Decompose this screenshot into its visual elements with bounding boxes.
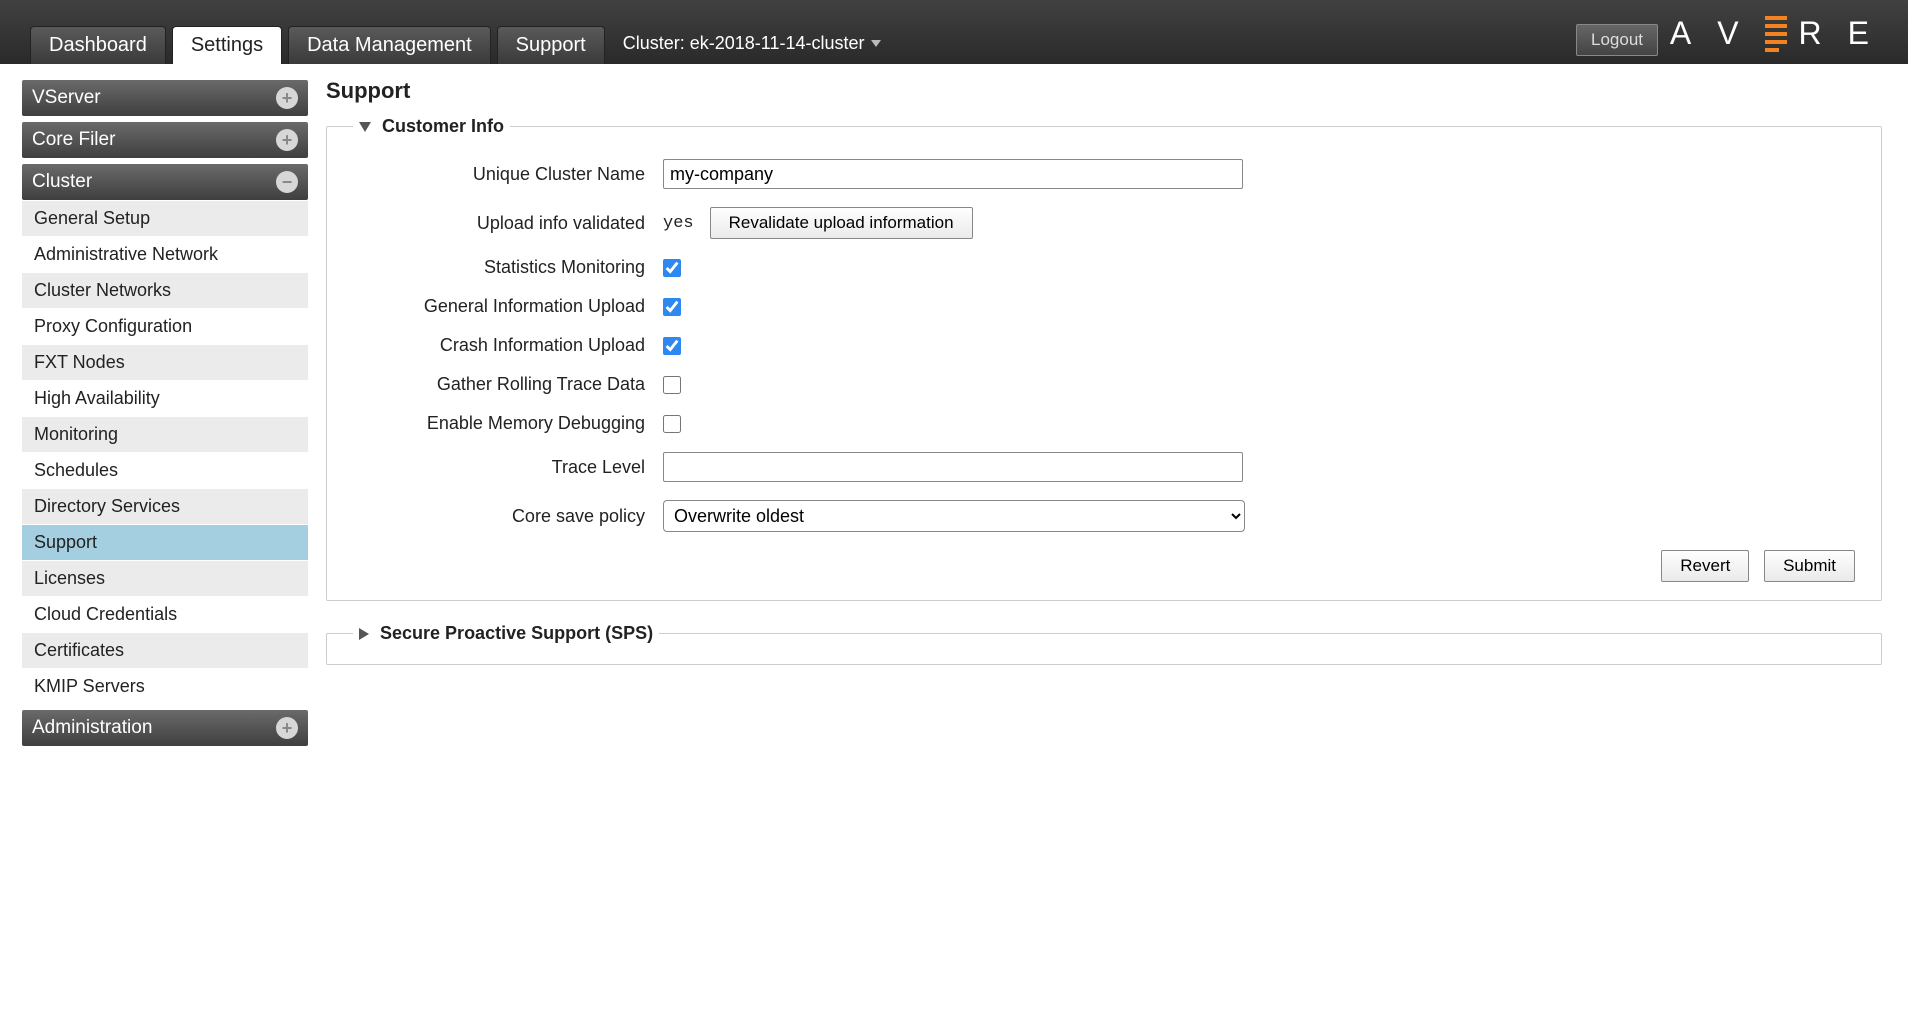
input-unique-cluster-name[interactable] xyxy=(663,159,1243,189)
checkbox-enable-memory-debugging[interactable] xyxy=(663,415,681,433)
sidebar-section-label: Core Filer xyxy=(32,129,115,151)
row-general-information-upload: General Information Upload xyxy=(353,296,1855,317)
sidebar-item-proxy-configuration[interactable]: Proxy Configuration xyxy=(22,308,308,344)
panel-title: Secure Proactive Support (SPS) xyxy=(380,623,653,643)
row-gather-rolling-trace-data: Gather Rolling Trace Data xyxy=(353,374,1855,395)
checkbox-general-information-upload[interactable] xyxy=(663,298,681,316)
revalidate-button[interactable]: Revalidate upload information xyxy=(710,207,973,239)
label-statistics-monitoring: Statistics Monitoring xyxy=(353,257,663,278)
panel-customer-info-toggle[interactable]: Customer Info xyxy=(353,116,510,137)
checkbox-statistics-monitoring[interactable] xyxy=(663,259,681,277)
page-body: VServer + Core Filer + Cluster − General… xyxy=(0,64,1908,746)
page-title: Support xyxy=(326,78,1882,104)
logout-button[interactable]: Logout xyxy=(1576,24,1658,56)
label-trace-level: Trace Level xyxy=(353,457,663,478)
main-content: Support Customer Info Unique Cluster Nam… xyxy=(308,64,1908,746)
panel-sps-toggle[interactable]: Secure Proactive Support (SPS) xyxy=(353,623,659,644)
panel-customer-info: Customer Info Unique Cluster Name Upload… xyxy=(326,116,1882,601)
brand-logo: A V R E xyxy=(1670,16,1883,50)
row-unique-cluster-name: Unique Cluster Name xyxy=(353,159,1855,189)
plus-icon: + xyxy=(276,129,298,151)
minus-icon: − xyxy=(276,171,298,193)
label-unique-cluster-name: Unique Cluster Name xyxy=(353,164,663,185)
sidebar-item-administrative-network[interactable]: Administrative Network xyxy=(22,236,308,272)
revert-button[interactable]: Revert xyxy=(1661,550,1749,582)
sidebar-section-label: Cluster xyxy=(32,171,92,193)
tab-support[interactable]: Support xyxy=(497,26,605,64)
tab-dashboard[interactable]: Dashboard xyxy=(30,26,166,64)
label-core-save-policy: Core save policy xyxy=(353,506,663,527)
sidebar-item-cloud-credentials[interactable]: Cloud Credentials xyxy=(22,596,308,632)
chevron-right-icon xyxy=(359,628,369,640)
row-upload-info-validated: Upload info validated yes Revalidate upl… xyxy=(353,207,1855,239)
sidebar-item-licenses[interactable]: Licenses xyxy=(22,560,308,596)
logo-letter: R xyxy=(1799,17,1836,49)
value-upload-info-validated: yes xyxy=(663,214,694,233)
row-enable-memory-debugging: Enable Memory Debugging xyxy=(353,413,1855,434)
logo-letter: V xyxy=(1717,17,1752,49)
sidebar-section-label: VServer xyxy=(32,87,101,109)
row-core-save-policy: Core save policy Overwrite oldest xyxy=(353,500,1855,532)
logo-e-icon xyxy=(1765,16,1787,50)
sidebar-section-administration[interactable]: Administration + xyxy=(22,710,308,746)
select-core-save-policy[interactable]: Overwrite oldest xyxy=(663,500,1245,532)
top-bar: Dashboard Settings Data Management Suppo… xyxy=(0,0,1908,64)
plus-icon: + xyxy=(276,87,298,109)
label-enable-memory-debugging: Enable Memory Debugging xyxy=(353,413,663,434)
label-gather-rolling-trace-data: Gather Rolling Trace Data xyxy=(353,374,663,395)
label-crash-information-upload: Crash Information Upload xyxy=(353,335,663,356)
label-upload-info-validated: Upload info validated xyxy=(353,213,663,234)
sidebar-cluster-items: General Setup Administrative Network Clu… xyxy=(22,200,308,704)
panel-title: Customer Info xyxy=(382,116,504,136)
sidebar-item-schedules[interactable]: Schedules xyxy=(22,452,308,488)
row-statistics-monitoring: Statistics Monitoring xyxy=(353,257,1855,278)
sidebar-item-directory-services[interactable]: Directory Services xyxy=(22,488,308,524)
plus-icon: + xyxy=(276,717,298,739)
logo-letter: A xyxy=(1670,17,1705,49)
main-tabs: Dashboard Settings Data Management Suppo… xyxy=(30,26,605,64)
sidebar-item-support[interactable]: Support xyxy=(22,524,308,560)
sidebar-section-vserver[interactable]: VServer + xyxy=(22,80,308,116)
logo-letter: E xyxy=(1848,17,1883,49)
label-general-information-upload: General Information Upload xyxy=(353,296,663,317)
sidebar-section-core-filer[interactable]: Core Filer + xyxy=(22,122,308,158)
sidebar-item-monitoring[interactable]: Monitoring xyxy=(22,416,308,452)
sidebar-section-cluster[interactable]: Cluster − xyxy=(22,164,308,200)
cluster-selector[interactable]: Cluster: ek-2018-11-14-cluster xyxy=(623,33,887,64)
tab-settings[interactable]: Settings xyxy=(172,26,282,64)
chevron-down-icon xyxy=(871,40,881,47)
tab-data-management[interactable]: Data Management xyxy=(288,26,491,64)
sidebar-item-fxt-nodes[interactable]: FXT Nodes xyxy=(22,344,308,380)
row-crash-information-upload: Crash Information Upload xyxy=(353,335,1855,356)
sidebar-item-high-availability[interactable]: High Availability xyxy=(22,380,308,416)
sidebar: VServer + Core Filer + Cluster − General… xyxy=(0,64,308,746)
sidebar-item-certificates[interactable]: Certificates xyxy=(22,632,308,668)
cluster-label-text: Cluster: ek-2018-11-14-cluster xyxy=(623,33,865,54)
sidebar-item-kmip-servers[interactable]: KMIP Servers xyxy=(22,668,308,704)
checkbox-crash-information-upload[interactable] xyxy=(663,337,681,355)
checkbox-gather-rolling-trace-data[interactable] xyxy=(663,376,681,394)
row-trace-level: Trace Level xyxy=(353,452,1855,482)
sidebar-item-general-setup[interactable]: General Setup xyxy=(22,200,308,236)
submit-button[interactable]: Submit xyxy=(1764,550,1855,582)
panel-sps: Secure Proactive Support (SPS) xyxy=(326,623,1882,665)
sidebar-item-cluster-networks[interactable]: Cluster Networks xyxy=(22,272,308,308)
panel-actions: Revert Submit xyxy=(353,550,1855,582)
chevron-down-icon xyxy=(359,122,371,132)
input-trace-level[interactable] xyxy=(663,452,1243,482)
sidebar-section-label: Administration xyxy=(32,717,152,739)
